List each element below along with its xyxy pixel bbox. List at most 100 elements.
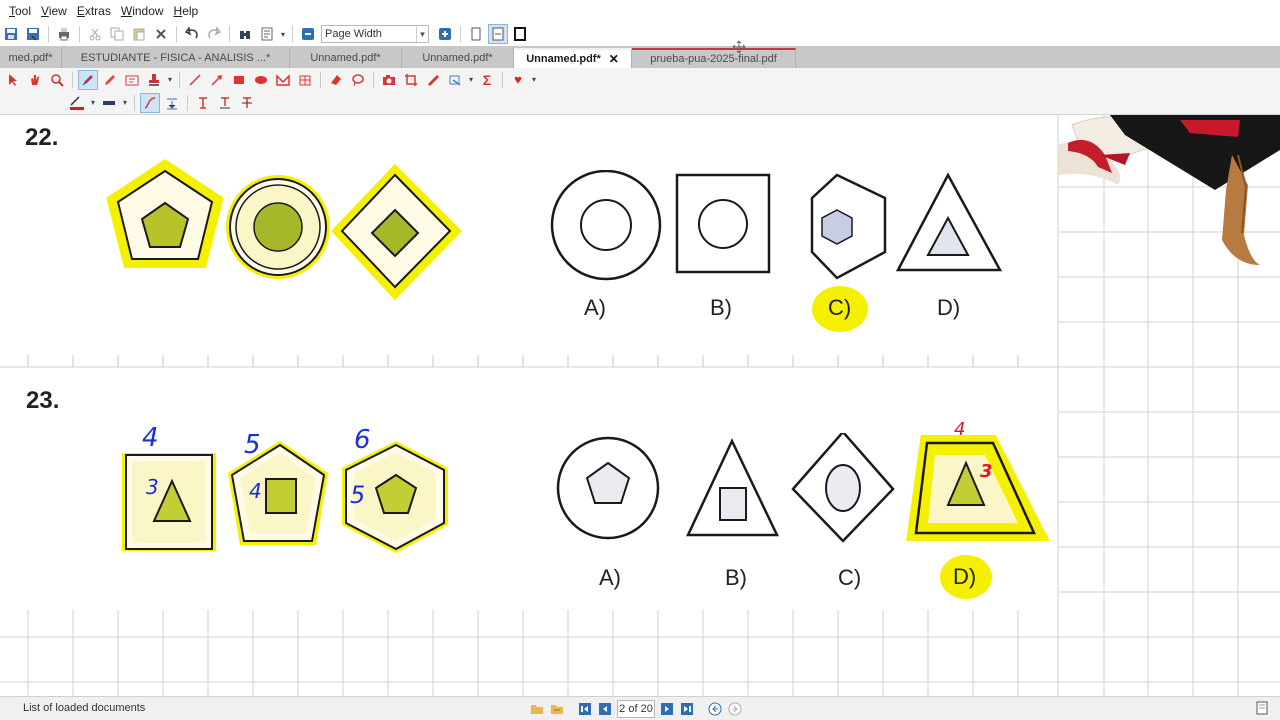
undo-icon[interactable] (182, 24, 202, 44)
save-icon[interactable] (1, 24, 21, 44)
document-viewport[interactable]: 22. A) B) C) D) 23. 4 3 5 4 6 5 4 3 A) B… (0, 115, 1280, 696)
separator (48, 26, 49, 42)
line-color-icon[interactable] (67, 93, 87, 113)
tab-document-2[interactable]: ESTUDIANTE - FISICA - ANALISIS ...* (62, 48, 290, 68)
zoom-out-icon[interactable] (298, 24, 318, 44)
previous-page-icon[interactable] (596, 700, 614, 718)
smooth-line-icon[interactable] (140, 92, 160, 113)
question-23-sequence (122, 441, 448, 553)
first-page-icon[interactable] (576, 700, 594, 718)
paste-icon[interactable] (129, 24, 149, 44)
question-23-options (556, 433, 1050, 543)
pencil-icon[interactable] (100, 70, 120, 90)
stamp-icon[interactable] (144, 70, 164, 90)
ellipse-tool-icon[interactable] (251, 70, 271, 90)
page-number-field[interactable]: 2 of 20 (617, 700, 655, 718)
last-page-icon[interactable] (678, 700, 696, 718)
zoom-in-icon[interactable] (435, 24, 455, 44)
zoom-select[interactable]: Page Width ▼ (321, 25, 429, 43)
redo-icon[interactable] (204, 24, 224, 44)
tab-document-4[interactable]: Unnamed.pdf* (402, 48, 514, 68)
fit-width-icon[interactable] (488, 24, 508, 44)
tab-label: med.pdf* (8, 52, 53, 64)
chevron-down-icon[interactable]: ▾ (89, 93, 97, 113)
sum-icon[interactable]: Σ (477, 70, 497, 90)
annotation-number: 3 (980, 461, 993, 482)
option-c[interactable]: C) (838, 565, 861, 591)
tab-document-1[interactable]: med.pdf* (0, 48, 62, 68)
question-number: 23. (26, 387, 60, 414)
ruler-icon[interactable] (423, 70, 443, 90)
tab-label: Unnamed.pdf* (310, 52, 381, 64)
menu-view[interactable]: View (36, 4, 72, 18)
hand-tool-icon[interactable] (25, 70, 45, 90)
chevron-down-icon[interactable]: ▼ (416, 26, 428, 42)
document-properties-icon[interactable] (257, 24, 277, 44)
separator (72, 71, 73, 88)
tab-document-active[interactable]: Unnamed.pdf* ✕ (514, 48, 632, 68)
next-page-icon[interactable] (658, 700, 676, 718)
print-icon[interactable] (54, 24, 74, 44)
menu-extras[interactable]: Extras (72, 4, 116, 18)
text-tool-icon[interactable] (193, 93, 213, 113)
tab-label: ESTUDIANTE - FISICA - ANALISIS ...* (80, 52, 271, 64)
crop-icon[interactable] (401, 70, 421, 90)
menu-help[interactable]: Help (169, 4, 204, 18)
find-icon[interactable] (235, 24, 255, 44)
main-toolbar: ▾ Page Width ▼ (0, 22, 1280, 46)
close-icon[interactable]: ✕ (609, 52, 619, 66)
option-d[interactable]: D) (953, 564, 976, 590)
heart-icon[interactable]: ♥ (508, 70, 528, 90)
tab-label: Unnamed.pdf* (422, 52, 493, 64)
option-a[interactable]: A) (599, 565, 621, 591)
properties-toolbar: ▾ ▾ (0, 91, 1280, 115)
chevron-down-icon[interactable]: ▾ (166, 70, 174, 90)
annotation-number: 4 (249, 479, 262, 503)
document-tab-bar: med.pdf* ESTUDIANTE - FISICA - ANALISIS … (0, 40, 1280, 68)
back-icon[interactable] (706, 700, 724, 718)
eraser-icon[interactable] (326, 70, 346, 90)
select-tool-icon[interactable] (3, 70, 23, 90)
menu-window[interactable]: Window (116, 4, 169, 18)
chevron-down-icon[interactable]: ▾ (121, 93, 129, 113)
text-underline-icon[interactable] (215, 93, 235, 113)
option-b[interactable]: B) (725, 565, 747, 591)
pen-tool-icon[interactable] (78, 69, 98, 90)
open-folder-icon[interactable] (528, 700, 546, 718)
chevron-down-icon[interactable]: ▾ (467, 70, 475, 90)
delete-icon[interactable] (151, 24, 171, 44)
save-as-icon[interactable] (23, 24, 43, 44)
option-c[interactable]: C) (828, 295, 851, 321)
snapshot-icon[interactable] (379, 70, 399, 90)
single-page-view-icon[interactable] (1255, 701, 1269, 718)
tab-label: Unnamed.pdf* (526, 53, 601, 65)
status-text[interactable]: List of loaded documents (23, 702, 145, 714)
zoom-tool-icon[interactable] (47, 70, 67, 90)
copy-icon[interactable] (107, 24, 127, 44)
menu-tool[interactable]: Tool (4, 4, 36, 18)
text-strikeout-icon[interactable] (237, 93, 257, 113)
tab-document-3[interactable]: Unnamed.pdf* (290, 48, 402, 68)
arrow-tool-icon[interactable] (207, 70, 227, 90)
polygon-tool-icon[interactable] (273, 70, 293, 90)
chevron-down-icon[interactable]: ▾ (530, 70, 538, 90)
line-tool-icon[interactable] (185, 70, 205, 90)
forward-icon[interactable] (726, 700, 744, 718)
option-a[interactable]: A) (584, 295, 606, 321)
cloud-tool-icon[interactable] (295, 70, 315, 90)
option-d[interactable]: D) (937, 295, 960, 321)
line-width-icon[interactable] (162, 93, 182, 113)
option-b[interactable]: B) (710, 295, 732, 321)
rectangle-tool-icon[interactable] (229, 70, 249, 90)
text-box-icon[interactable] (122, 70, 142, 90)
cut-icon[interactable] (85, 24, 105, 44)
chevron-down-icon[interactable]: ▾ (279, 24, 287, 44)
tab-document-6[interactable]: prueba-pua-2025-final.pdf (632, 48, 796, 68)
link-icon[interactable] (445, 70, 465, 90)
open-folder-icon[interactable] (548, 700, 566, 718)
fill-color-icon[interactable] (99, 93, 119, 113)
lasso-icon[interactable] (348, 70, 368, 90)
single-page-icon[interactable] (466, 24, 486, 44)
full-page-icon[interactable] (510, 24, 530, 44)
annotation-number: 5 (244, 430, 261, 460)
